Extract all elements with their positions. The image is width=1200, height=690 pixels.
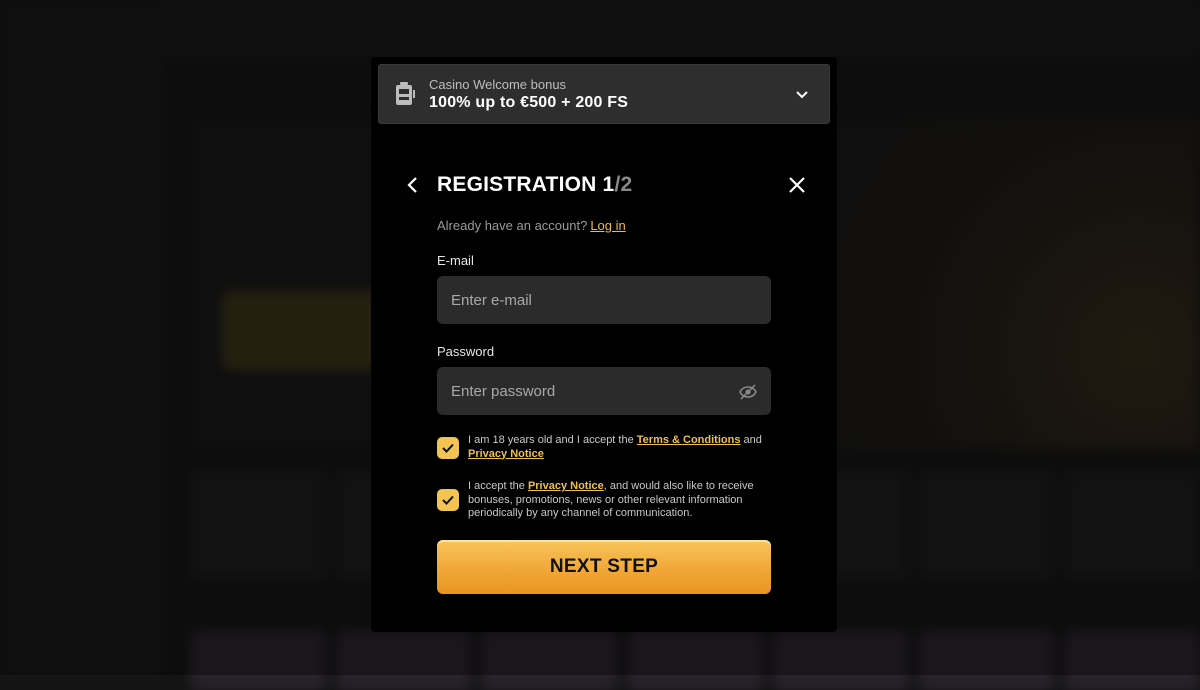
bonus-subtitle: Casino Welcome bonus xyxy=(429,77,628,92)
close-icon[interactable] xyxy=(787,175,807,195)
email-field[interactable] xyxy=(437,276,771,324)
next-step-button[interactable]: NEXT STEP xyxy=(437,540,771,594)
terms-link[interactable]: Terms & Conditions xyxy=(637,434,741,446)
chevron-down-icon[interactable] xyxy=(793,85,811,103)
password-label: Password xyxy=(437,344,494,359)
back-arrow-icon[interactable] xyxy=(403,175,423,195)
privacy-notice-link[interactable]: Privacy Notice xyxy=(468,448,544,460)
page-title: REGISTRATION 1/2 xyxy=(437,173,632,197)
login-prompt-text: Already have an account? xyxy=(437,218,587,233)
login-link[interactable]: Log in xyxy=(590,218,625,233)
modal-header: REGISTRATION 1/2 xyxy=(401,170,807,200)
password-field[interactable] xyxy=(437,367,771,415)
registration-modal: Casino Welcome bonus 100% up to €500 + 2… xyxy=(371,57,837,632)
slot-machine-icon xyxy=(395,82,417,106)
consent-text: I am 18 years old and I accept the xyxy=(468,434,637,446)
terms-consent-text: I am 18 years old and I accept the Terms… xyxy=(468,434,773,461)
consent-text: and xyxy=(740,434,761,446)
step-total: /2 xyxy=(614,173,632,196)
hide-password-icon[interactable] xyxy=(739,383,757,401)
checkmark-icon xyxy=(442,443,454,453)
marketing-checkbox[interactable] xyxy=(437,489,459,511)
terms-checkbox[interactable] xyxy=(437,437,459,459)
email-label: E-mail xyxy=(437,253,474,268)
bonus-title: 100% up to €500 + 200 FS xyxy=(429,94,628,112)
login-prompt: Already have an account?Log in xyxy=(437,218,626,233)
marketing-consent-text: I accept the Privacy Notice, and would a… xyxy=(468,480,773,521)
consent-text: I accept the xyxy=(468,480,528,492)
title-text: REGISTRATION 1 xyxy=(437,173,614,196)
welcome-bonus-dropdown[interactable]: Casino Welcome bonus 100% up to €500 + 2… xyxy=(378,64,830,124)
privacy-notice-link[interactable]: Privacy Notice xyxy=(528,480,604,492)
checkmark-icon xyxy=(442,495,454,505)
